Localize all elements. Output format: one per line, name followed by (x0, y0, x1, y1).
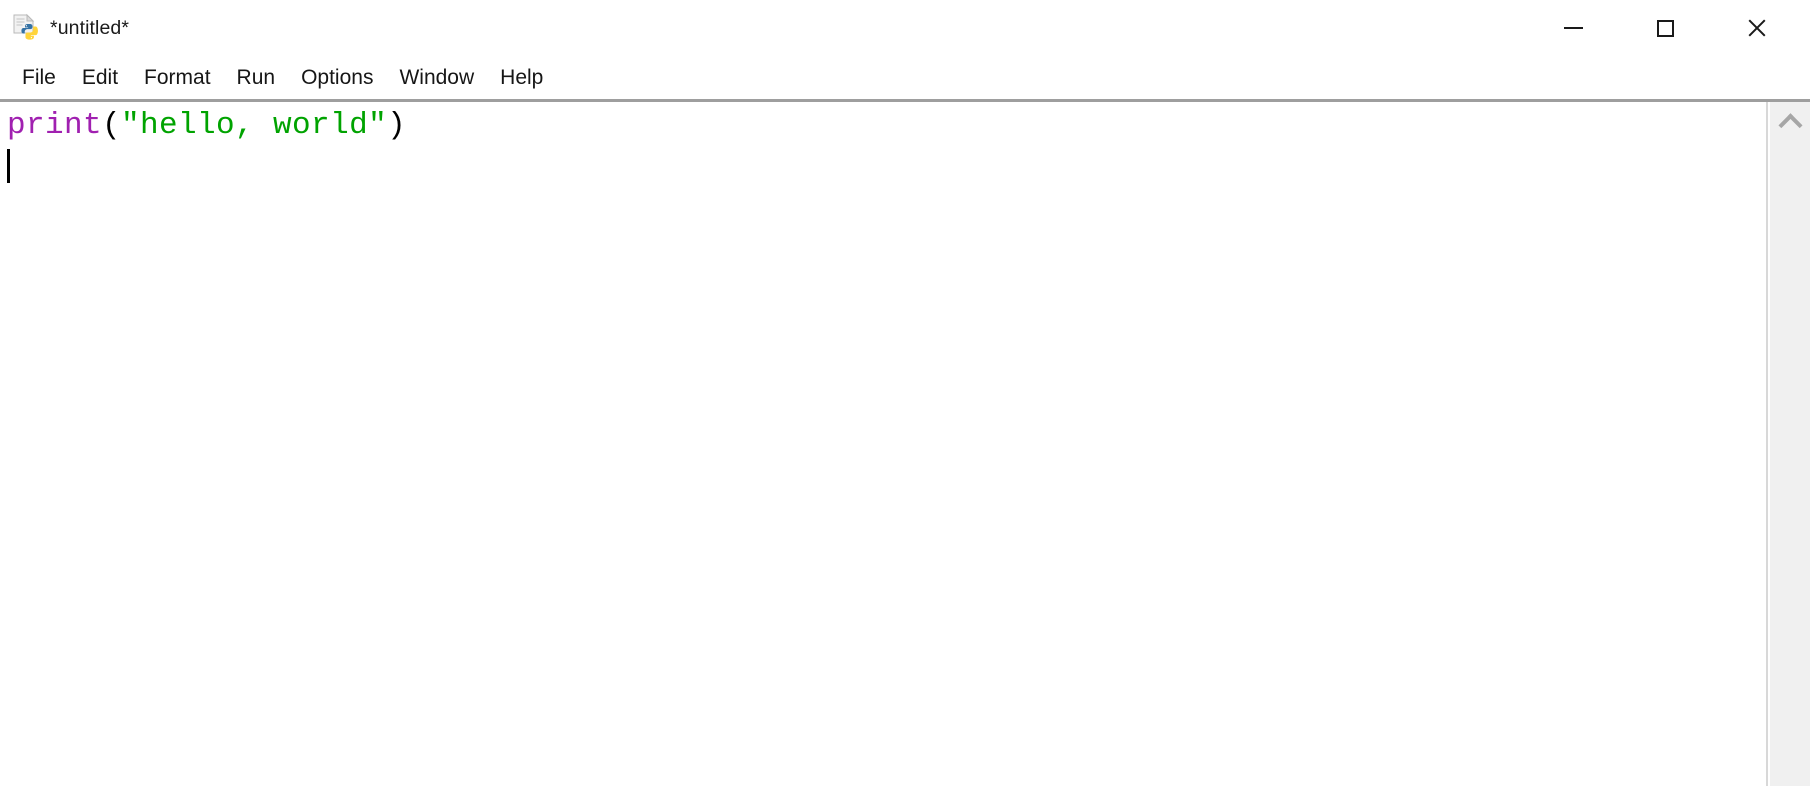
window-title: *untitled* (50, 16, 130, 39)
code-text-area[interactable]: print("hello, world") (0, 102, 1768, 786)
python-file-icon (10, 13, 40, 43)
close-icon (1746, 17, 1768, 39)
menu-bar: File Edit Format Run Options Window Help (0, 56, 1810, 100)
code-token-close-paren: ) (387, 108, 407, 143)
minimize-icon (1563, 27, 1583, 29)
menu-item-format[interactable]: Format (131, 56, 224, 100)
maximize-icon (1656, 19, 1674, 37)
menu-item-options[interactable]: Options (288, 56, 386, 100)
title-bar: *untitled* (0, 0, 1810, 56)
code-line-2 (7, 147, 1768, 190)
code-token-open-paren: ( (102, 108, 122, 143)
menu-item-help[interactable]: Help (487, 56, 556, 100)
menu-item-edit[interactable]: Edit (69, 56, 131, 100)
text-cursor (7, 149, 10, 183)
scrollbar-up-button[interactable] (1770, 102, 1810, 142)
window-controls (1542, 0, 1810, 56)
code-line-1: print("hello, world") (7, 104, 1768, 147)
vertical-scrollbar[interactable] (1768, 102, 1810, 786)
menu-item-file[interactable]: File (9, 56, 69, 100)
close-button[interactable] (1726, 0, 1788, 56)
menu-item-run[interactable]: Run (224, 56, 289, 100)
editor-area: print("hello, world") (0, 102, 1810, 786)
code-token-string: "hello, world" (121, 108, 388, 143)
minimize-button[interactable] (1542, 0, 1604, 56)
maximize-button[interactable] (1634, 0, 1696, 56)
title-bar-left: *untitled* (0, 0, 129, 56)
chevron-up-icon (1777, 112, 1803, 137)
code-token-builtin: print (7, 108, 103, 143)
idle-editor-window: *untitled* File Edit Format Run Options … (0, 0, 1810, 786)
menu-item-window[interactable]: Window (386, 56, 487, 100)
